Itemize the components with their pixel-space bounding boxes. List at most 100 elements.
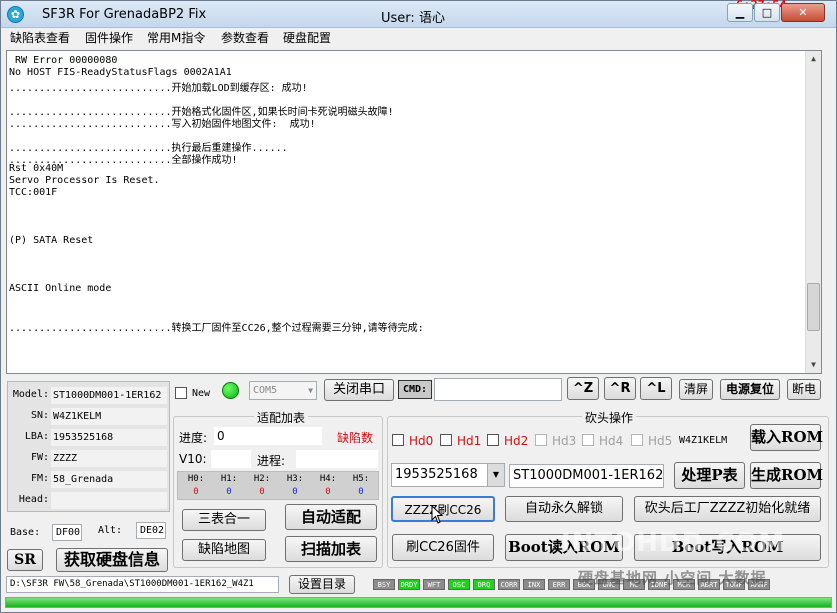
head-row: Head: [8,491,168,510]
status-indicator: BSY [373,579,395,590]
model-row: Model: ST1000DM001-1ER162 [8,386,168,405]
port-status-led [222,382,239,399]
title-bar: ✿ SF3R For GrenadaBP2 Fix User: 语心 6:27:… [1,0,836,28]
process-p-table-button[interactable]: 处理P表 [674,462,745,489]
menu-common-m-cmds[interactable]: 常用M指令 [147,29,205,46]
close-port-button[interactable]: 关闭串口 [324,379,394,401]
fw-row: FW: ZZZZ [8,449,168,468]
step-label: 进程: [257,454,286,468]
com-port-select[interactable]: COM5 ▼ [249,381,317,400]
load-rom-button[interactable]: 载入ROM [750,424,823,451]
generate-rom-button[interactable]: 生成ROM [750,462,823,489]
fw-label: FW: [30,452,49,463]
model-label: Model: [12,389,49,400]
status-indicator: ERR [548,579,570,590]
com-port-value: COM5 [253,385,278,396]
fm-row: FM: 58_Grenada [8,470,168,489]
new-checkbox[interactable] [175,387,187,399]
cut-head-checkbox[interactable] [440,434,452,446]
status-indicator: DRQ [473,579,495,590]
progress-value: 0 [214,427,322,445]
main-window: ✿ SF3R For GrenadaBP2 Fix User: 语心 6:27:… [0,0,837,613]
three-in-one-button[interactable]: 三表合一 [182,509,266,531]
sn-value: W4Z1KELM [51,408,167,425]
head-defect-count: 0 [193,487,199,497]
path-field[interactable]: D:\SF3R FW\58_Grenada\ST1000DM001-1ER162… [6,576,279,593]
ctrl-r-button[interactable]: ^R [604,377,636,400]
menu-firmware-ops[interactable]: 固件操作 [85,29,133,46]
user-name: 语心 [418,11,445,26]
fm-value: 58_Grenada [51,471,167,488]
cut-head-label: Hd0 [409,434,434,448]
sn-row: SN: W4Z1KELM [8,407,168,426]
power-off-button[interactable]: 断电 [787,379,821,400]
scroll-down-icon[interactable]: ▼ [806,357,821,373]
scroll-thumb[interactable] [807,283,820,331]
menu-disk-config[interactable]: 硬盘配置 [283,29,331,46]
new-label: New [192,388,211,399]
scan-table-button[interactable]: 扫描加表 [285,536,377,562]
defect-map-button[interactable]: 缺陷地图 [182,539,266,561]
cut-head-checkbox[interactable] [631,434,643,446]
log-line: Servo Processor Is Reset. [9,175,160,186]
head-name: H5: [352,474,370,484]
flash-cc26-firmware-button[interactable]: 刷CC26固件 [392,534,494,561]
alt-label: Alt: [98,525,123,536]
menu-bar: 缺陷表查看 固件操作 常用M指令 参数查看 硬盘配置 [1,28,836,48]
power-reset-button[interactable]: 电源复位 [720,379,780,400]
set-directory-button[interactable]: 设置目录 [289,575,355,594]
log-line: ASCII Online mode [9,283,112,294]
terminal-log[interactable]: ▲ ▼ RW Error 00000080 No HOST FIS-ReadySt… [6,50,822,374]
dropdown-arrow-icon[interactable]: ▼ [487,464,504,486]
log-line: No HOST FIS-ReadyStatusFlags 0002A1A1 [9,67,232,78]
user-label: User: [381,11,415,26]
v10-field [211,450,251,468]
cut-head-checkbox[interactable] [392,434,404,446]
menu-defect-table[interactable]: 缺陷表查看 [10,29,70,46]
v10-label: V10: [179,452,207,466]
cut-head-checkbox[interactable] [487,434,499,446]
status-indicator: INX [523,579,545,590]
log-line: ...........................开始加载LOD到缓存区: … [9,83,308,94]
watermark-logo: INTOHDD.COM [561,528,786,558]
log-line: RW Error 00000080 [9,55,118,66]
cut-head-label: Hd2 [504,434,529,448]
sr-button[interactable]: SR [7,549,43,571]
cut-model-field[interactable]: ST1000DM001-1ER162 [509,464,664,488]
menu-params[interactable]: 参数查看 [221,29,269,46]
auto-unlock-button[interactable]: 自动永久解锁 [505,496,623,522]
cut-head-group-title: 砍头操作 [582,409,637,426]
minimize-button[interactable]: ▁ [727,3,753,22]
cmd-input[interactable] [434,378,562,401]
clear-screen-button[interactable]: 清屏 [679,379,713,400]
head-name: H4: [319,474,337,484]
cut-head-checkbox[interactable] [582,434,594,446]
get-disk-info-button[interactable]: 获取硬盘信息 [56,548,168,572]
dropdown-arrow-icon: ▼ [308,386,313,395]
ctrl-l-button[interactable]: ^L [640,377,672,400]
cut-head-label: Hd3 [552,434,577,448]
head-name: H0: [187,474,205,484]
fw-value: ZZZZ [51,450,167,467]
head-defect-count: 0 [325,487,331,497]
cut-head-label: Hd4 [599,434,624,448]
cut-head-checkbox[interactable] [535,434,547,446]
log-scrollbar[interactable]: ▲ ▼ [805,51,821,373]
maximize-button[interactable]: □ [754,3,780,22]
watermark-slogan: 硬盘基地网 小空间 大数据 [578,569,767,587]
head-value [51,492,167,509]
ctrl-z-button[interactable]: ^Z [567,377,599,400]
cut-lba-select[interactable]: 1953525168 ▼ [391,463,505,487]
sn-label: SN: [30,410,49,421]
head-defect-count: 0 [259,487,265,497]
alt-field[interactable]: DE02 [136,522,166,539]
close-button[interactable]: ✕ [781,3,825,22]
factory-init-ready-button[interactable]: 砍头后工厂ZZZZ初始化就绪 [634,496,821,522]
log-line: Rst 0x40M [9,163,64,174]
cut-serial: W4Z1KELM [679,435,728,446]
log-line: (P) SATA Reset [9,235,94,246]
auto-adapt-button[interactable]: 自动适配 [285,504,377,530]
lba-label: LBA: [24,431,49,442]
base-field[interactable]: DF00 [52,524,82,541]
scroll-up-icon[interactable]: ▲ [806,51,821,67]
